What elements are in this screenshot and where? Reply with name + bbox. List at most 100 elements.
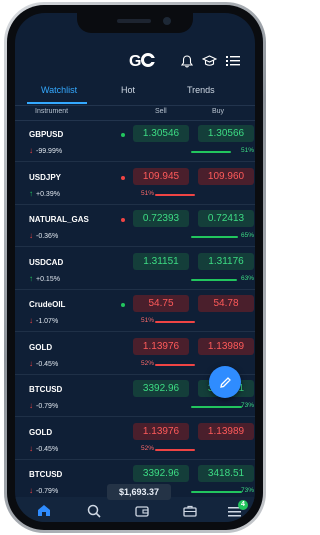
arrow-up-icon: ↑ [29,273,33,283]
instrument-symbol: BTCUSD [29,385,63,394]
sell-price-button[interactable]: 1.13976 [133,337,189,355]
active-tab-indicator [27,102,87,104]
buy-price-button[interactable]: 1.13989 [198,337,254,355]
sentiment-bar [155,363,195,366]
sentiment-bar [155,448,195,451]
instrument-symbol: GOLD [29,427,53,437]
sentiment-percent: 51% [141,189,155,197]
instrument-change: ↓ -0.79% [29,486,58,495]
sentiment-percent: 73% [241,487,255,494]
change-value: -0.79% [36,403,59,410]
sell-price-button[interactable]: 3392.96 [133,465,189,482]
bottom-nav: 4 [15,497,255,522]
status-dot [121,133,125,137]
status-dot [121,218,125,222]
instrument-change: ↑ +0.39% [29,189,60,198]
arrow-down-icon: ↓ [29,146,33,155]
list-icon[interactable] [225,55,241,71]
buy-price-button[interactable]: 0.72413 [198,210,254,227]
change-value: -0.79% [36,488,59,495]
phone-bezel: G Watchlist Hot Trends Instrument Sell B… [7,5,263,530]
sell-price-button[interactable]: 109.945 [133,167,189,185]
app-logo: G [129,53,157,71]
pencil-icon [219,377,231,388]
sentiment-percent: 52% [141,359,155,367]
camera [163,17,171,25]
briefcase-icon[interactable] [181,504,199,522]
sell-price-button[interactable]: 1.30546 [133,125,189,142]
sell-price-button[interactable]: 54.75 [133,295,189,312]
instrument-symbol: USDJPY [29,172,62,182]
instrument-change: ↑ +0.15% [29,274,60,283]
sentiment-bar [191,151,231,153]
wallet-icon[interactable] [133,504,151,522]
instrument-change: ↓ -0.79% [29,401,58,410]
top-bar: G [15,53,255,83]
instrument-row[interactable]: GBPUSD ↓ -99.99% 1.30546 1.30566 51% [15,120,255,162]
instrument-symbol: USDCAD [29,257,64,267]
arrow-down-icon: ↓ [29,316,33,325]
sentiment-percent: 73% [241,402,255,409]
tab-hot[interactable]: Hot [121,85,135,95]
buy-price-button[interactable]: 1.13989 [198,422,254,440]
instrument-symbol: GOLD [29,342,53,352]
menu-icon[interactable]: 4 [225,500,248,522]
instrument-row[interactable]: CrudeOIL ↓ -1.07% 54.75 54.78 51% [15,290,255,332]
edit-fab-button[interactable] [209,366,241,398]
sell-price-button[interactable]: 1.31151 [133,252,189,270]
instrument-symbol: NATURAL_GAS [29,215,89,224]
arrow-down-icon: ↓ [29,401,33,410]
instrument-change: ↓ -0.45% [29,444,58,453]
home-icon[interactable] [35,504,53,522]
balance-badge[interactable]: $1,693.37 [107,484,171,500]
tab-watchlist[interactable]: Watchlist [41,85,77,95]
tabs-divider [15,105,255,106]
instrument-row[interactable]: USDJPY ↑ +0.39% 109.945 109.960 51% [15,163,255,205]
sentiment-percent: 51% [141,317,155,324]
status-dot [121,175,125,180]
instrument-row[interactable]: NATURAL_GAS ↓ -0.36% 0.72393 0.72413 65% [15,205,255,247]
buy-price-button[interactable]: 1.31176 [198,252,254,270]
change-value: -0.36% [36,233,59,240]
instrument-row[interactable]: GOLD ↓ -0.45% 1.13976 1.13989 52% [15,418,255,460]
sell-price-button[interactable]: 1.13976 [133,422,189,440]
instrument-symbol: CrudeOIL [29,300,66,309]
arrow-down-icon: ↓ [29,486,33,495]
bell-icon[interactable] [179,55,195,71]
buy-price-button[interactable]: 1.30566 [198,125,254,142]
sentiment-bar [191,491,242,493]
instrument-change: ↓ -0.45% [29,359,58,368]
notch [77,13,193,33]
graduation-cap-icon[interactable] [201,55,217,71]
column-sell: Sell [155,108,167,115]
buy-price-button[interactable]: 109.960 [198,167,254,185]
change-value: -99.99% [36,148,63,155]
sentiment-percent: 52% [141,444,155,452]
sentiment-percent: 65% [241,232,255,239]
instrument-symbol: GBPUSD [29,130,64,139]
column-header: Instrument Sell Buy [15,108,255,120]
search-icon[interactable] [85,504,103,522]
sell-price-button[interactable]: 3392.96 [133,380,189,397]
sell-price-button[interactable]: 0.72393 [133,210,189,227]
app-screen: G Watchlist Hot Trends Instrument Sell B… [15,13,255,522]
sentiment-percent: 63% [241,274,255,282]
arrow-down-icon: ↓ [29,358,33,368]
speaker [117,19,151,23]
tab-trends[interactable]: Trends [187,85,215,95]
change-value: -0.45% [36,445,59,453]
change-value: -0.45% [36,360,59,368]
sentiment-bar [191,236,238,238]
change-value: -1.07% [36,318,59,325]
instrument-row[interactable]: USDCAD ↑ +0.15% 1.31151 1.31176 63% [15,248,255,290]
buy-price-button[interactable]: 54.78 [198,295,254,312]
sentiment-bar [191,406,242,408]
column-buy: Buy [212,108,225,115]
phone-frame: G Watchlist Hot Trends Instrument Sell B… [4,2,266,533]
instrument-change: ↓ -0.36% [29,231,58,240]
sentiment-bar [155,321,195,323]
tab-bar: Watchlist Hot Trends [15,85,255,105]
buy-price-button[interactable]: 3418.51 [198,465,254,482]
status-dot [121,303,125,307]
sentiment-bar [191,278,237,281]
